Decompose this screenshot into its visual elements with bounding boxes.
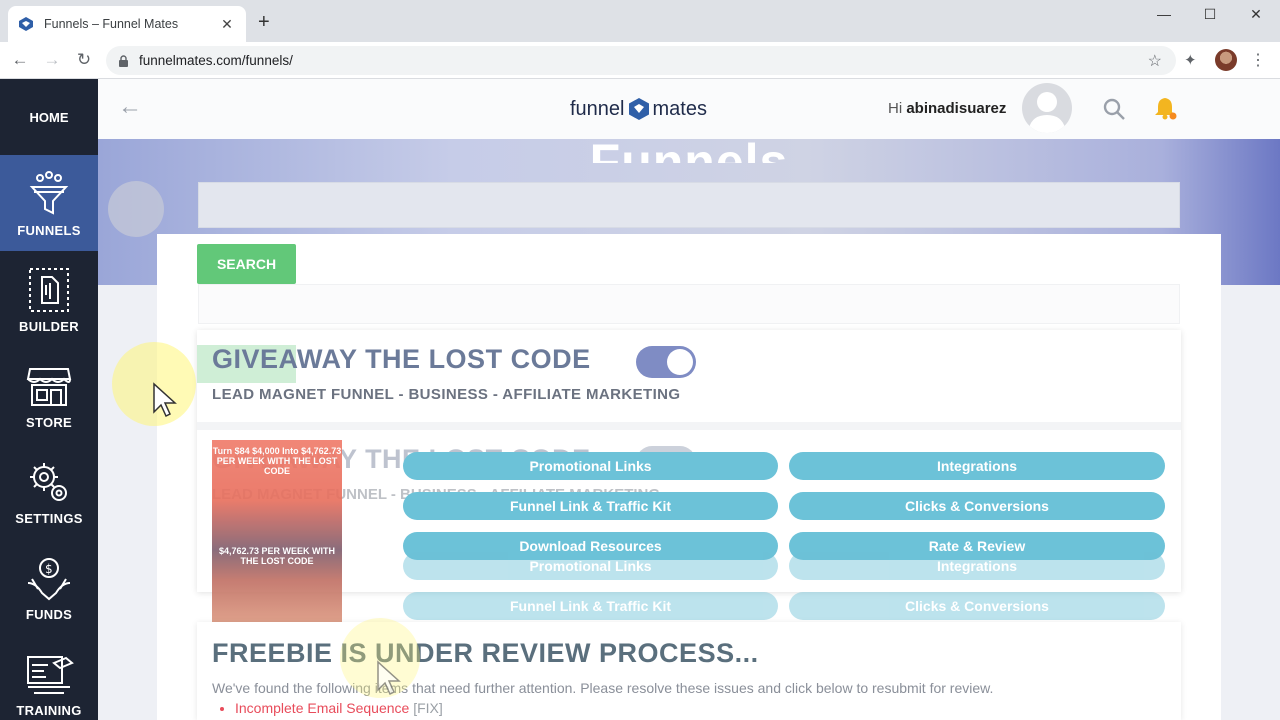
funnel-enabled-toggle[interactable] (636, 346, 696, 378)
training-icon (27, 655, 74, 694)
search-icon[interactable] (1102, 97, 1126, 121)
funnelmates-favicon-icon (19, 17, 33, 31)
user-avatar[interactable] (1022, 83, 1072, 133)
ghost-clicks-conversions: Clicks & Conversions (789, 592, 1165, 620)
greeting-word: Hi (888, 100, 903, 117)
funnelmates-logo[interactable]: funnel mates (570, 97, 707, 121)
thumb-headline-2: $4,762.73 PER WEEK WITH THE LOST CODE (218, 546, 336, 566)
bookmark-star-icon[interactable]: ☆ (1148, 51, 1162, 71)
builder-icon (29, 267, 69, 312)
funnel-title[interactable]: GIVEAWAY THE LOST CODE (212, 344, 591, 375)
search-button[interactable]: SEARCH (197, 244, 296, 284)
promotional-links-button[interactable]: Promotional Links (403, 452, 778, 480)
fix-link[interactable]: [FIX] (413, 700, 443, 716)
sidebar-item-label: STORE (25, 414, 73, 430)
url-field[interactable]: funnelmates.com/funnels/ ☆ (106, 46, 1176, 75)
extensions-icon[interactable]: ✦ (1184, 51, 1197, 69)
funnel-icon (29, 170, 69, 215)
sidebar-item-store[interactable]: STORE (0, 347, 98, 443)
review-title: FREEBIE IS UNDER REVIEW PROCESS... (212, 638, 759, 668)
funnel-link-traffic-kit-button[interactable]: Funnel Link & Traffic Kit (403, 492, 778, 520)
sidebar-item-label: FUNDS (25, 606, 73, 622)
funnel-category: LEAD MAGNET FUNNEL - BUSINESS - AFFILIAT… (212, 386, 681, 403)
reload-icon[interactable]: ↻ (74, 51, 94, 69)
new-tab-button[interactable]: + (258, 12, 270, 32)
issue-text: Incomplete Email Sequence (235, 700, 410, 716)
user-greeting: Hi abinadisuarez (888, 100, 1006, 117)
sidebar-item-training[interactable]: TRAINING (0, 635, 98, 720)
browser-tab[interactable]: Funnels – Funnel Mates ✕ (8, 6, 246, 42)
user-silhouette-icon (1028, 92, 1066, 133)
svg-text:$: $ (45, 562, 53, 576)
maximize-button[interactable]: ☐ (1190, 6, 1230, 23)
gear-icon (30, 462, 67, 501)
profile-avatar[interactable] (1215, 49, 1237, 71)
lock-icon (119, 54, 128, 67)
decorative-circle (108, 181, 164, 237)
ghost-promotional-links: Promotional Links (403, 552, 778, 580)
tab-title: Funnels – Funnel Mates (44, 17, 179, 31)
sidebar-item-funnels[interactable]: FUNNELS (0, 155, 98, 251)
sidebar-item-label: FUNNELS (17, 222, 81, 238)
sidebar-item-settings[interactable]: SETTINGS (0, 443, 98, 539)
sidebar-item-label: BUILDER (19, 318, 79, 334)
tab-close-icon[interactable]: ✕ (218, 16, 236, 33)
integrations-button[interactable]: Integrations (789, 452, 1165, 480)
close-window-button[interactable]: ✕ (1236, 6, 1276, 23)
minimize-button[interactable]: — (1144, 6, 1184, 22)
filter-row (198, 284, 1180, 324)
review-message: We've found the following items that nee… (212, 680, 994, 696)
sidebar: HOME FUNNELS BUILDER STORE SETTINGS $ FU… (0, 79, 98, 720)
username: abinadisuarez (906, 100, 1007, 117)
store-icon (26, 367, 72, 406)
issue-list: Incomplete Email Sequence [FIX] (235, 700, 443, 716)
address-bar: ← → ↻ funnelmates.com/funnels/ ☆ (0, 42, 1280, 79)
mouse-cursor-ghost-icon (377, 660, 401, 696)
bell-icon[interactable] (1152, 95, 1178, 121)
thumb-headline: Turn $84 $4,000 Into $4,762.73 PER WEEK … (212, 446, 342, 476)
sidebar-item-builder[interactable]: BUILDER (0, 251, 98, 347)
sidebar-item-funds[interactable]: $ FUNDS (0, 539, 98, 635)
toggle-knob (667, 349, 693, 375)
forward-icon[interactable]: → (42, 51, 62, 69)
funds-icon: $ (27, 557, 71, 600)
search-input[interactable] (198, 182, 1180, 228)
url-text: funnelmates.com/funnels/ (139, 53, 293, 68)
divider (197, 422, 1181, 430)
funnel-thumbnail[interactable]: Turn $84 $4,000 Into $4,762.73 PER WEEK … (212, 440, 342, 640)
sidebar-item-home[interactable]: HOME (0, 79, 98, 155)
back-arrow-icon[interactable]: ← (118, 95, 142, 119)
browser-tab-bar: Funnels – Funnel Mates ✕ + — ☐ ✕ (0, 0, 1280, 42)
logo-text-funnel: funnel (570, 97, 625, 120)
issue-item: Incomplete Email Sequence [FIX] (235, 700, 443, 716)
clicks-conversions-button[interactable]: Clicks & Conversions (789, 492, 1165, 520)
sidebar-item-label: SETTINGS (15, 510, 83, 526)
page-title: Funnels (589, 134, 789, 163)
logo-hexagon-icon (628, 98, 649, 120)
ghost-integrations: Integrations (789, 552, 1165, 580)
back-icon[interactable]: ← (10, 51, 30, 69)
browser-menu-icon[interactable]: ⋮ (1250, 50, 1266, 70)
logo-text-mates: mates (652, 97, 707, 120)
ghost-funnel-link-traffic-kit: Funnel Link & Traffic Kit (403, 592, 778, 620)
sidebar-item-label: TRAINING (16, 702, 82, 718)
mouse-cursor-icon (153, 382, 177, 418)
app-header: ← funnel mates Hi abinadisuarez (98, 79, 1280, 139)
